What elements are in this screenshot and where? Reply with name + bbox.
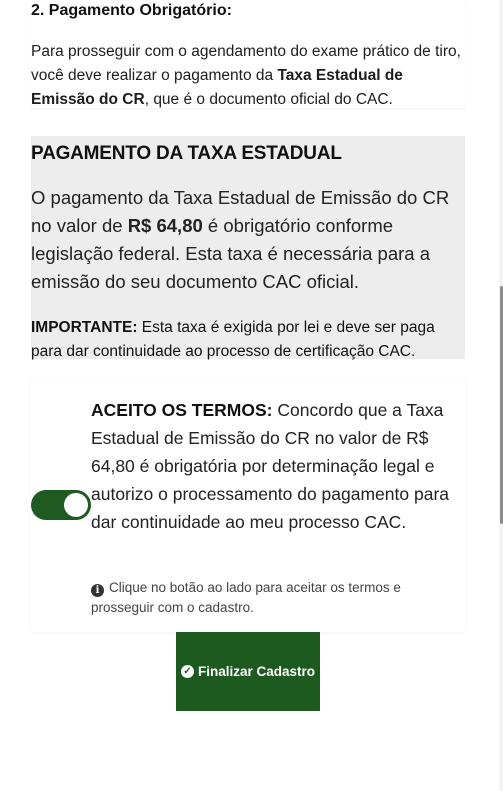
step-text-after: , que é o documento oficial do CAC. (144, 91, 393, 108)
terms-text: ACEITO OS TERMOS: Concordo que a Taxa Es… (91, 396, 465, 536)
terms-card: ACEITO OS TERMOS: Concordo que a Taxa Es… (31, 378, 465, 632)
check-circle-icon: ✓ (180, 665, 194, 678)
payment-step-card: 2. Pagamento Obrigatório: Para prossegui… (31, 0, 465, 108)
tax-description: O pagamento da Taxa Estadual de Emissão … (31, 184, 465, 296)
step-title: 2. Pagamento Obrigatório: (31, 2, 232, 19)
tax-title: PAGAMENTO DA TAXA ESTADUAL (31, 143, 342, 164)
finalize-registration-button[interactable]: ✓ Finalizar Cadastro (176, 632, 320, 711)
hint-text: Clique no botão ao lado para aceitar os … (91, 580, 401, 615)
step-description: Para prosseguir com o agendamento do exa… (31, 40, 465, 112)
accept-terms-toggle[interactable] (31, 490, 91, 520)
finalize-label: Finalizar Cadastro (197, 664, 316, 679)
toggle-knob (64, 493, 88, 517)
tax-important-note: IMPORTANTE: Esta taxa é exigida por lei … (31, 316, 465, 364)
info-circle-icon: i (91, 584, 104, 597)
important-label: IMPORTANTE: (31, 319, 138, 336)
tax-amount: R$ 64,80 (127, 215, 203, 236)
terms-label: ACEITO OS TERMOS: (91, 400, 273, 420)
tax-info-box: PAGAMENTO DA TAXA ESTADUAL O pagamento d… (31, 136, 465, 360)
terms-hint: i Clique no botão ao lado para aceitar os… (91, 578, 465, 618)
